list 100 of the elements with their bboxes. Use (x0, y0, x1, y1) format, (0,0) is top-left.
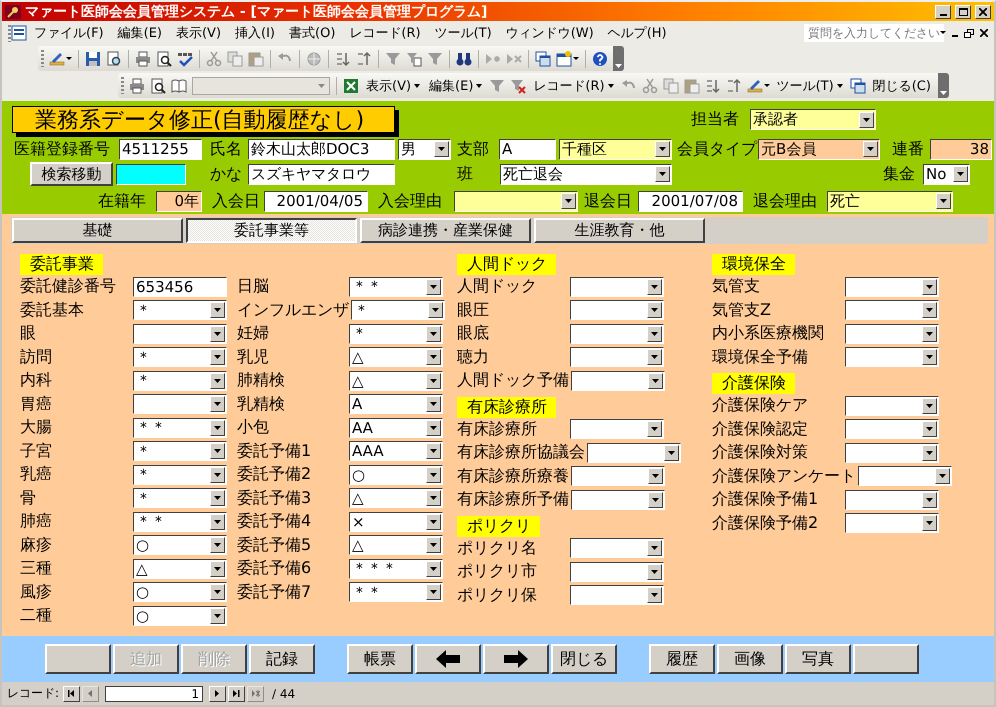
pencil-icon[interactable] (49, 50, 65, 66)
next-record-button[interactable] (209, 686, 226, 702)
last-record-button[interactable] (228, 686, 246, 702)
sort-ascending-icon[interactable] (704, 78, 721, 94)
dropdown-field[interactable] (845, 513, 939, 534)
date-field[interactable]: 2001/07/08 (638, 190, 743, 212)
dropdown-field[interactable]: ○ (133, 606, 227, 626)
dropdown-field[interactable]: 死亡退会 (500, 164, 672, 184)
dropdown-field[interactable] (845, 347, 939, 368)
tab[interactable]: 病診連携・産業保健 (360, 218, 531, 243)
sort-ascending-icon[interactable] (335, 50, 351, 66)
toolbar-options-button[interactable] (938, 73, 949, 98)
dropdown-field[interactable]: △ (349, 535, 443, 556)
dropdown-field[interactable]: △ (349, 347, 443, 368)
dropdown-field[interactable] (570, 347, 664, 368)
menu-item[interactable]: 表示(V) (168, 22, 228, 44)
toolbar-grip[interactable] (8, 24, 11, 42)
dropdown-field[interactable]: ○ (133, 535, 227, 556)
database-window-icon[interactable] (850, 78, 866, 94)
binoculars-icon[interactable] (456, 50, 472, 66)
dropdown-field[interactable]: No (923, 164, 970, 184)
text-field[interactable]: スズキヤマタロウ (248, 164, 395, 184)
menu-item[interactable]: ツール(T) (428, 22, 499, 44)
dropdown-field[interactable] (454, 190, 578, 212)
dropdown-field[interactable] (845, 442, 939, 463)
dropdown-field[interactable] (570, 585, 664, 606)
dropdown-field[interactable]: × (349, 512, 443, 532)
first-record-button[interactable] (63, 686, 80, 702)
dropdown-field[interactable]: ＊＊ (133, 512, 227, 532)
menu-item[interactable]: ヘルプ(H) (600, 22, 674, 44)
toolbar-options-button[interactable] (613, 46, 624, 71)
dropdown-field[interactable] (845, 300, 939, 320)
dropdown-field[interactable]: ＊＊＊ (349, 558, 443, 579)
toolbar-menu[interactable]: レコード(R) (531, 76, 616, 94)
key-icon[interactable] (5, 4, 21, 18)
dropdown-field[interactable]: ＊＊ (133, 418, 227, 438)
text-field[interactable] (116, 164, 186, 184)
dropdown-field[interactable]: A (349, 394, 443, 414)
dropdown-field[interactable] (845, 490, 939, 510)
form-icon[interactable] (11, 25, 27, 41)
spreadsheet-icon[interactable] (343, 78, 359, 94)
remove-filter-icon[interactable] (510, 78, 526, 94)
printer-icon[interactable] (129, 78, 145, 94)
dropdown-field[interactable]: ＊ (133, 300, 227, 320)
printer-icon[interactable] (135, 50, 151, 66)
right-arrow-button[interactable] (483, 644, 549, 674)
text-field[interactable]: 鈴木山太郎DOC3 (248, 138, 395, 160)
document-search-icon[interactable] (106, 50, 122, 66)
restore-button[interactable] (964, 28, 974, 38)
dropdown-field[interactable]: 男 (398, 138, 451, 160)
dropdown-field[interactable] (570, 562, 664, 582)
dropdown-field[interactable]: △ (349, 370, 443, 391)
form-button[interactable]: 記録 (249, 644, 315, 674)
print-preview-icon[interactable] (150, 78, 166, 94)
number-field[interactable]: 0年 (156, 190, 202, 212)
record-number-field[interactable]: 1 (105, 686, 204, 702)
dropdown-field[interactable]: ＊ (133, 488, 227, 508)
dropdown-field[interactable] (587, 442, 681, 463)
menu-item[interactable]: 挿入(I) (228, 22, 282, 44)
dropdown-field[interactable] (858, 466, 952, 486)
database-window-icon[interactable] (535, 50, 551, 66)
minimize-button[interactable] (952, 34, 958, 36)
dropdown-field[interactable]: ＊ (133, 370, 227, 391)
dropdown-field[interactable]: AAA (349, 441, 443, 462)
pencil-icon[interactable] (746, 78, 763, 94)
dropdown-field[interactable]: ＊ (351, 300, 445, 320)
dropdown-field[interactable]: AA (349, 418, 443, 438)
dropdown-field[interactable] (845, 419, 939, 440)
dropdown-field[interactable]: 死亡 (827, 190, 953, 212)
dropdown-field[interactable]: ○ (349, 464, 443, 485)
dropdown-field[interactable] (845, 324, 939, 344)
menu-item[interactable]: ファイル(F) (27, 22, 111, 44)
dropdown-field[interactable]: 承認者 (750, 109, 876, 130)
text-field[interactable]: 653456 (133, 276, 227, 297)
spellcheck-icon[interactable] (177, 50, 193, 66)
dropdown-field[interactable]: 元B会員 (758, 138, 880, 160)
dropdown-field[interactable] (845, 276, 939, 297)
object-combo-field[interactable] (192, 76, 330, 94)
dropdown-field[interactable] (571, 490, 665, 510)
blank-button[interactable] (45, 644, 111, 674)
maximize-button[interactable] (955, 4, 971, 18)
left-arrow-button[interactable] (415, 644, 481, 674)
dropdown-field[interactable] (133, 324, 227, 344)
dropdown-field[interactable] (133, 394, 227, 414)
help-search-field[interactable]: 質問を入力してください (804, 24, 944, 42)
form-button[interactable]: 閉じる (551, 644, 617, 674)
dropdown-field[interactable] (570, 419, 664, 440)
toolbar-menu[interactable]: 編集(E) (427, 76, 484, 94)
toolbar-menu[interactable]: 表示(V) (364, 76, 422, 94)
tab[interactable]: 基礎 (12, 218, 183, 243)
form-button[interactable]: 履歴 (649, 644, 715, 674)
close-button[interactable] (980, 29, 988, 37)
dropdown-field[interactable] (570, 300, 664, 320)
form-button[interactable]: 画像 (717, 644, 783, 674)
new-object-icon[interactable] (556, 50, 572, 66)
dropdown-field[interactable]: ＊ (133, 464, 227, 485)
dropdown-field[interactable]: △ (133, 558, 227, 579)
book-icon[interactable] (171, 78, 187, 94)
tab[interactable]: 委託事業等 (186, 218, 357, 243)
dropdown-field[interactable]: ○ (133, 582, 227, 602)
